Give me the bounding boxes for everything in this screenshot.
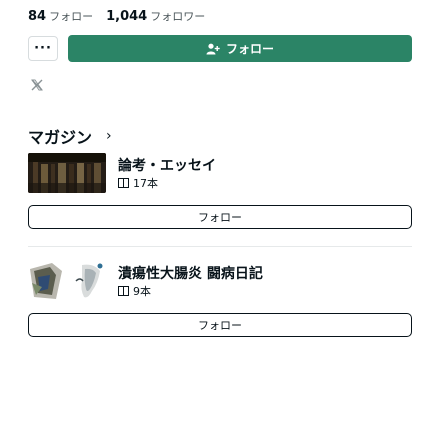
more-icon: ··· xyxy=(34,41,52,56)
follow-stats: 84 フォロー 1,044 フォロワー xyxy=(28,8,215,24)
magazine-heading: マガジン xyxy=(28,128,93,147)
magazine-title[interactable]: 潰瘍性大腸炎 闘病日記 xyxy=(118,263,263,283)
magazine-section-title[interactable]: マガジン › xyxy=(28,124,112,148)
article-count-text: 17本 xyxy=(133,177,158,190)
magazine-article-count: 9本 xyxy=(118,283,151,299)
more-options-button[interactable]: ··· xyxy=(28,36,58,61)
following-count[interactable]: 84 xyxy=(28,9,46,24)
followers-count[interactable]: 1,044 xyxy=(106,9,147,24)
followers-label[interactable]: フォロワー xyxy=(150,8,205,24)
magazine-article-count: 17本 xyxy=(118,175,158,191)
divider xyxy=(28,246,412,247)
magazine-thumbnail[interactable] xyxy=(28,153,106,193)
magazine-thumbnail[interactable] xyxy=(28,261,106,301)
book-icon xyxy=(118,286,129,296)
article-count-text: 9本 xyxy=(133,285,151,298)
magazine-follow-label: フォロー xyxy=(198,211,242,224)
book-icon xyxy=(118,178,129,188)
chevron-right-icon: › xyxy=(106,128,112,144)
magazine-follow-button[interactable]: フォロー xyxy=(28,205,412,229)
following-label[interactable]: フォロー xyxy=(49,8,93,24)
x-icon[interactable] xyxy=(30,78,44,92)
follow-button-label: フォロー xyxy=(225,42,274,56)
magazine-title[interactable]: 論考・エッセイ xyxy=(118,155,216,175)
follow-button[interactable]: フォロー xyxy=(68,35,412,62)
magazine-follow-button[interactable]: フォロー xyxy=(28,313,412,337)
magazine-follow-label: フォロー xyxy=(198,319,242,332)
add-user-icon xyxy=(206,43,220,54)
